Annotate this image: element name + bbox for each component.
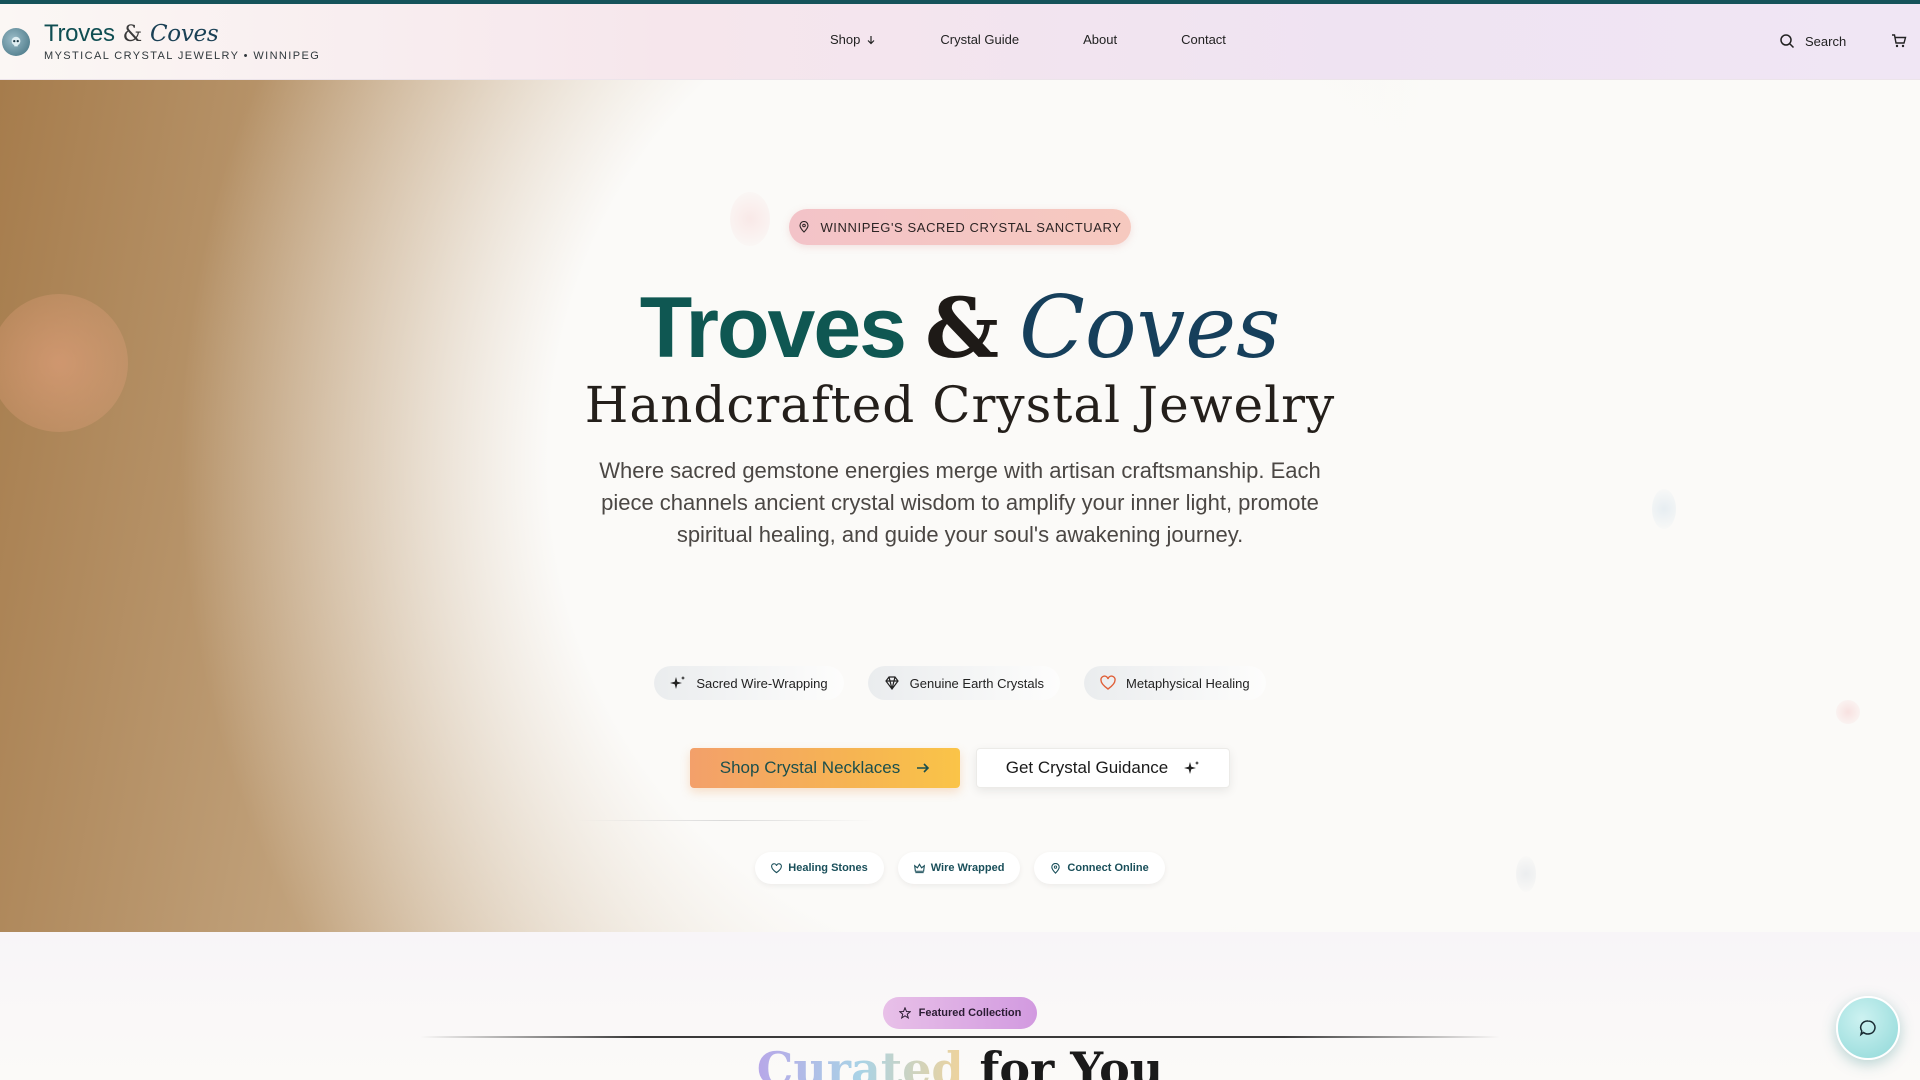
cart-button[interactable] — [1891, 33, 1909, 51]
hero-section: WINNIPEG'S SACRED CRYSTAL SANCTUARY Trov… — [0, 80, 1920, 932]
feature-item: Metaphysical Healing — [1084, 666, 1266, 700]
featured-title-gradient: Curated — [757, 1042, 964, 1080]
arrow-down-icon — [867, 35, 875, 44]
search-label: Search — [1805, 33, 1847, 49]
feature-label: Genuine Earth Crystals — [909, 675, 1045, 691]
decorative-orb — [730, 192, 770, 246]
arrow-right-icon — [917, 763, 930, 773]
nav-item-crystal-guide[interactable]: Crystal Guide — [940, 32, 1019, 47]
chip-label: Wire Wrapped — [930, 862, 1005, 874]
search-icon — [1780, 34, 1795, 49]
chip-label: Connect Online — [1067, 862, 1149, 874]
chip-label: Healing Stones — [788, 862, 868, 874]
hero-title-ampersand: & — [925, 281, 1000, 377]
brand-title-script: Coves — [149, 21, 219, 47]
chip-connect-online[interactable]: Connect Online — [1034, 852, 1165, 884]
map-pin-icon — [799, 221, 809, 233]
cart-icon — [1892, 34, 1907, 48]
site-header: Troves & Coves MYSTICAL CRYSTAL JEWELRY … — [0, 4, 1920, 80]
star-icon — [898, 1007, 911, 1019]
nav-item-about[interactable]: About — [1083, 32, 1117, 47]
hero-title-main: Troves — [639, 280, 907, 376]
featured-collection-label: Featured Collection — [918, 1007, 1022, 1019]
feature-label: Sacred Wire-Wrapping — [696, 675, 828, 691]
sparkles-icon — [670, 676, 686, 689]
chip-healing-stones[interactable]: Healing Stones — [755, 852, 884, 884]
skull-crystal-icon[interactable] — [2, 28, 30, 56]
shop-necklaces-label: Shop Crystal Necklaces — [719, 758, 901, 777]
nav-item-contact[interactable]: Contact — [1181, 32, 1226, 47]
feature-item: Genuine Earth Crystals — [867, 666, 1061, 700]
sparkles-icon — [1184, 761, 1200, 774]
heart-icon — [771, 862, 783, 873]
brand-subtitle: MYSTICAL CRYSTAL JEWELRY • WINNIPEG — [44, 50, 321, 62]
featured-title-rest: for You — [979, 1042, 1164, 1080]
section-divider — [420, 1036, 1500, 1038]
chat-bubble-icon — [1859, 1020, 1876, 1037]
heart-icon — [1100, 675, 1116, 690]
decorative-orb — [1836, 700, 1860, 724]
nav-item-shop[interactable]: Shop — [830, 32, 876, 47]
tag-chips: Healing Stones Wire Wrapped Connect Onli… — [0, 852, 1920, 884]
decorative-divider — [575, 820, 875, 821]
brand-ampersand: & — [122, 22, 143, 47]
brand-title: Troves & Coves — [44, 20, 320, 48]
chat-button[interactable] — [1836, 996, 1900, 1060]
crystal-guidance-button[interactable]: Get Crystal Guidance — [976, 748, 1230, 788]
crown-icon — [913, 862, 925, 873]
brand-title-main: Troves — [44, 20, 115, 47]
shop-necklaces-button[interactable]: Shop Crystal Necklaces — [690, 748, 960, 788]
hero-subtitle: Handcrafted Crystal Jewelry — [584, 376, 1336, 434]
hero-title: Troves & Coves — [0, 278, 1920, 378]
nav-item-label: Shop — [830, 32, 861, 47]
main-nav: Shop Crystal Guide About Contact — [830, 32, 1226, 47]
crystal-guidance-label: Get Crystal Guidance — [1005, 758, 1169, 777]
featured-collection-badge: Featured Collection — [883, 997, 1037, 1029]
hero-title-script: Coves — [1019, 278, 1281, 378]
gem-icon — [884, 676, 899, 690]
feature-list: Sacred Wire-Wrapping Genuine Earth Cryst… — [0, 666, 1920, 700]
hero-description: Where sacred gemstone energies merge wit… — [599, 458, 1321, 547]
cta-row: Shop Crystal Necklaces Get Crystal Guida… — [0, 748, 1920, 788]
feature-item: Sacred Wire-Wrapping — [654, 666, 844, 700]
location-badge-label: WINNIPEG'S SACRED CRYSTAL SANCTUARY — [820, 219, 1122, 235]
brand-logo[interactable]: Troves & Coves MYSTICAL CRYSTAL JEWELRY … — [44, 20, 320, 62]
map-pin-icon — [1051, 862, 1061, 874]
featured-section: Featured Collection Curated for You — [0, 932, 1920, 1080]
chip-wire-wrapped[interactable]: Wire Wrapped — [897, 852, 1021, 884]
decorative-orb — [1652, 489, 1676, 529]
feature-label: Metaphysical Healing — [1126, 675, 1250, 691]
search-button[interactable]: Search — [1779, 33, 1846, 49]
location-badge: WINNIPEG'S SACRED CRYSTAL SANCTUARY — [789, 209, 1131, 245]
featured-title: Curated for You — [0, 1042, 1920, 1080]
